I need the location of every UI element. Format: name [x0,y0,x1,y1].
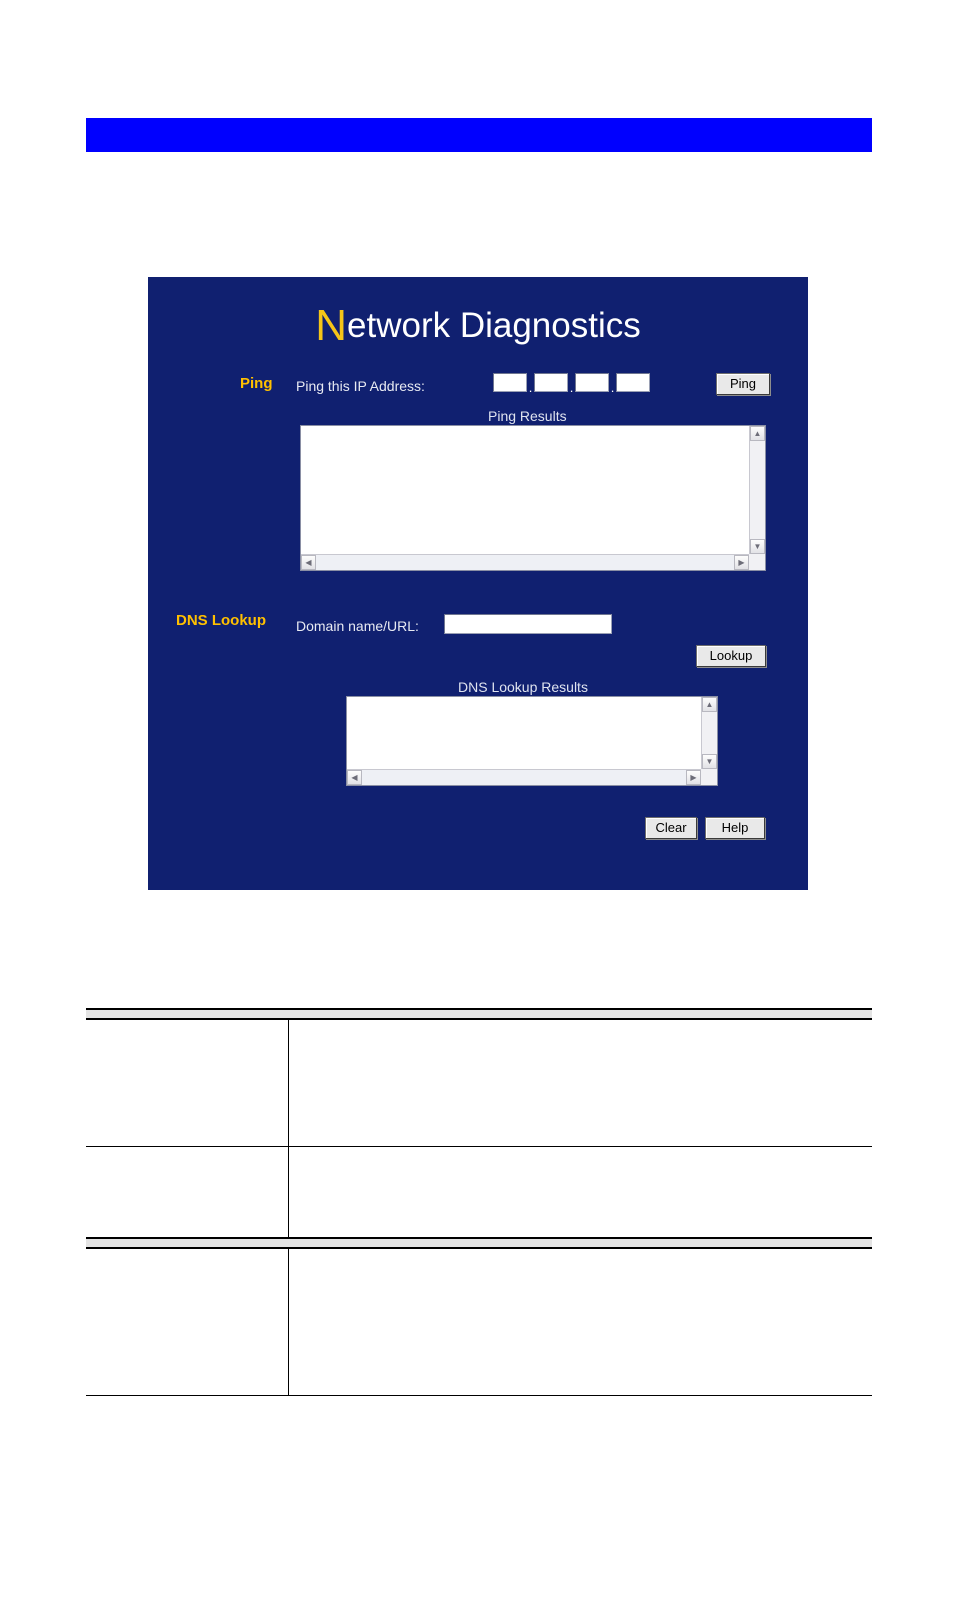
scrollbar-corner [701,769,717,785]
dns-results-horizontal-scrollbar[interactable]: ◀ ▶ [347,769,701,785]
ping-results-box[interactable]: ▲ ▼ ◀ ▶ [300,425,766,571]
scroll-down-icon[interactable]: ▼ [750,539,765,554]
ping-results-textarea[interactable] [301,426,749,554]
table-cell-description [288,1248,872,1396]
ping-button[interactable]: Ping [716,373,770,395]
scroll-right-icon[interactable]: ▶ [734,555,749,570]
table-cell-description [288,1146,872,1239]
domain-name-field-label: Domain name/URL: [296,618,419,634]
ping-results-horizontal-scrollbar[interactable]: ◀ ▶ [301,554,749,570]
page-banner [86,118,872,152]
field-description-table [86,1008,872,1396]
dns-results-caption: DNS Lookup Results [458,679,588,695]
table-cell-name [86,1019,289,1147]
ping-ip-octet-4[interactable] [616,373,650,392]
ping-results-caption: Ping Results [488,408,567,424]
scrollbar-corner [749,554,765,570]
scroll-down-icon[interactable]: ▼ [702,754,717,769]
ping-ip-octet-3[interactable] [575,373,609,392]
scroll-left-icon[interactable]: ◀ [301,555,316,570]
table-section-heading-row [86,1008,872,1020]
table-row [86,1146,872,1239]
scroll-right-icon[interactable]: ▶ [686,770,701,785]
scroll-left-icon[interactable]: ◀ [347,770,362,785]
panel-title-rest: etwork Diagnostics [347,306,641,345]
ping-ip-octet-1[interactable] [493,373,527,392]
dns-results-box[interactable]: ▲ ▼ ◀ ▶ [346,696,718,786]
table-section-heading-cell [86,1237,872,1249]
scroll-up-icon[interactable]: ▲ [702,697,717,712]
table-row [86,1248,872,1396]
dns-results-textarea[interactable] [347,697,701,769]
ping-ip-octet-2[interactable] [534,373,568,392]
dns-lookup-section-label: DNS Lookup [176,612,266,629]
table-cell-name [86,1248,289,1396]
table-row [86,1019,872,1147]
table-section-heading-row [86,1237,872,1249]
help-button[interactable]: Help [705,817,765,839]
ping-results-vertical-scrollbar[interactable]: ▲ ▼ [749,426,765,554]
domain-name-input[interactable] [444,614,612,634]
dns-results-vertical-scrollbar[interactable]: ▲ ▼ [701,697,717,769]
table-cell-name [86,1146,289,1239]
table-section-heading-cell [86,1008,872,1020]
ip-dot-separator-2: . [569,380,574,395]
table-cell-description [288,1019,872,1147]
lookup-button[interactable]: Lookup [696,645,766,667]
scroll-up-icon[interactable]: ▲ [750,426,765,441]
clear-button[interactable]: Clear [645,817,697,839]
network-diagnostics-panel: Network Diagnostics Ping Ping this IP Ad… [148,277,808,890]
ip-dot-separator-3: . [610,380,615,395]
ip-dot-separator-1: . [528,380,533,395]
ping-ip-address-input-group[interactable]: . . . [493,373,650,395]
ping-section-label: Ping [240,375,273,392]
panel-title: Network Diagnostics [148,301,808,351]
ping-ip-field-label: Ping this IP Address: [296,378,425,394]
panel-title-initial: N [315,301,348,350]
